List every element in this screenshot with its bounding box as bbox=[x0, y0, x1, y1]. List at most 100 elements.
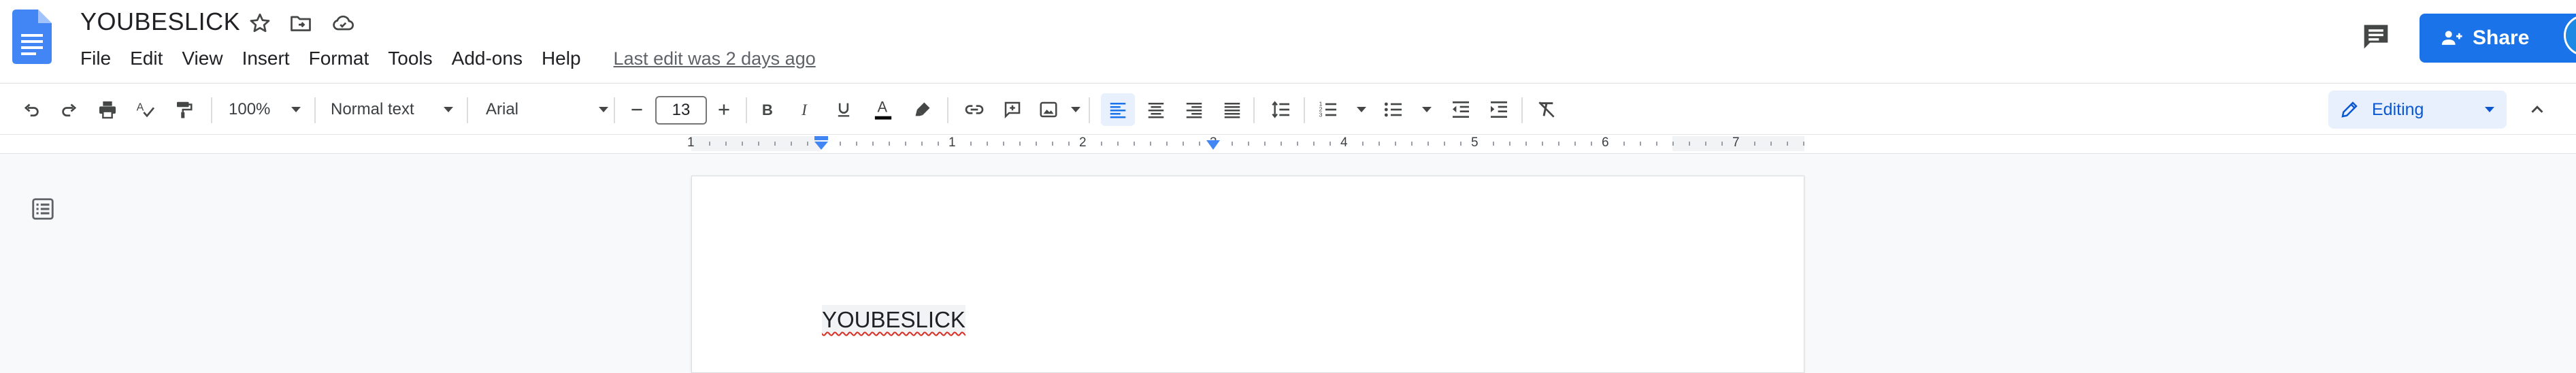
toolbar-divider bbox=[211, 97, 212, 123]
bold-button[interactable]: B bbox=[753, 93, 782, 126]
document-title[interactable]: YOUBESLICK bbox=[80, 7, 240, 37]
menu-insert[interactable]: Insert bbox=[233, 44, 299, 74]
pencil-icon bbox=[2341, 101, 2358, 118]
numbered-list-button[interactable]: 123 bbox=[1313, 93, 1370, 126]
hide-menus-button[interactable] bbox=[2522, 93, 2553, 126]
ruler-tick bbox=[1558, 142, 1559, 146]
ruler-tick bbox=[1362, 142, 1364, 146]
ruler-tick bbox=[1248, 142, 1249, 146]
font-size-input[interactable]: 13 bbox=[655, 96, 707, 125]
ruler-tick bbox=[1770, 142, 1772, 146]
ruler-tick bbox=[791, 142, 792, 146]
paragraph-style-select[interactable]: Normal text bbox=[325, 93, 459, 126]
undo-icon bbox=[24, 103, 39, 117]
align-left-button[interactable] bbox=[1101, 93, 1135, 126]
redo-button[interactable] bbox=[54, 93, 84, 126]
document-outline-icon[interactable] bbox=[30, 196, 56, 222]
ruler-tick bbox=[1068, 142, 1070, 146]
ruler-tick bbox=[1150, 142, 1151, 146]
underline-button[interactable] bbox=[829, 93, 859, 126]
editing-mode-label: Editing bbox=[2372, 99, 2424, 119]
print-button[interactable] bbox=[93, 93, 122, 126]
ruler-tick bbox=[1493, 142, 1494, 146]
ruler-tick bbox=[970, 142, 972, 146]
font-family-select[interactable]: Arial bbox=[480, 93, 614, 126]
misspelled-word[interactable]: YOUBESLICK bbox=[822, 307, 965, 332]
formatting-toolbar: A 100% Normal text Arial 13 B I A 1 2 3 … bbox=[0, 83, 2576, 135]
share-button-label: Share bbox=[2473, 27, 2530, 49]
clear-formatting-button[interactable] bbox=[1531, 93, 1562, 126]
ruler-number: 1 bbox=[948, 135, 956, 150]
share-people-icon bbox=[2441, 31, 2462, 45]
paint-format-button[interactable] bbox=[169, 93, 199, 126]
editing-mode-select[interactable]: Editing bbox=[2328, 91, 2507, 129]
document-page[interactable] bbox=[691, 176, 1804, 373]
star-icon[interactable] bbox=[248, 11, 272, 35]
italic-button[interactable]: I bbox=[791, 93, 821, 126]
zoom-select[interactable]: 100% bbox=[223, 93, 306, 126]
ruler-tick bbox=[725, 142, 727, 146]
zoom-value: 100% bbox=[229, 100, 271, 118]
ruler-number: 4 bbox=[1340, 135, 1348, 150]
font-family-value: Arial bbox=[486, 100, 519, 118]
ruler-tick bbox=[1574, 142, 1576, 146]
line-spacing-button[interactable] bbox=[1266, 93, 1297, 126]
align-center-icon bbox=[1148, 103, 1164, 118]
spellcheck-button[interactable]: A bbox=[131, 93, 161, 126]
ruler-tick bbox=[1672, 142, 1674, 146]
ruler-tick bbox=[1281, 142, 1282, 146]
left-indent-marker-icon[interactable] bbox=[812, 136, 830, 151]
ruler-tick bbox=[872, 142, 874, 146]
svg-text:A: A bbox=[878, 99, 888, 116]
undo-button[interactable] bbox=[16, 93, 46, 126]
paragraph-style-value: Normal text bbox=[331, 100, 414, 118]
ruler-tick bbox=[1166, 142, 1168, 146]
ruler-tick bbox=[921, 142, 923, 146]
menu-view[interactable]: View bbox=[172, 44, 232, 74]
menu-add-ons[interactable]: Add-ons bbox=[442, 44, 532, 74]
menu-help[interactable]: Help bbox=[532, 44, 591, 74]
ruler-tick bbox=[1134, 142, 1135, 146]
minus-icon bbox=[631, 108, 642, 111]
ruler-number: 2 bbox=[1079, 135, 1087, 150]
justify-button[interactable] bbox=[1217, 93, 1248, 126]
move-to-folder-icon[interactable] bbox=[288, 11, 313, 35]
comment-history-icon[interactable] bbox=[2358, 19, 2394, 54]
toolbar-divider bbox=[947, 97, 948, 123]
right-indent-marker-icon[interactable] bbox=[1204, 139, 1222, 151]
add-comment-button[interactable] bbox=[997, 93, 1027, 126]
google-docs-logo-icon[interactable] bbox=[12, 10, 52, 64]
increase-font-size-button[interactable] bbox=[709, 93, 739, 126]
menu-edit[interactable]: Edit bbox=[120, 44, 172, 74]
menu-format[interactable]: Format bbox=[299, 44, 379, 74]
toolbar-divider bbox=[1304, 97, 1305, 123]
horizontal-ruler[interactable]: 1 1 2 3 4 5 6 7 bbox=[0, 135, 2576, 154]
align-right-icon bbox=[1186, 103, 1202, 118]
insert-link-button[interactable] bbox=[959, 93, 989, 126]
insert-image-button[interactable] bbox=[1036, 93, 1083, 126]
cloud-saved-icon[interactable] bbox=[331, 11, 355, 35]
menu-tools[interactable]: Tools bbox=[378, 44, 442, 74]
insert-image-icon bbox=[1040, 101, 1057, 118]
increase-indent-button[interactable] bbox=[1483, 93, 1515, 126]
ruler-tick bbox=[1101, 142, 1102, 146]
menu-bar: File Edit View Insert Format Tools Add-o… bbox=[71, 44, 816, 74]
ruler-tick bbox=[742, 142, 743, 146]
toolbar-divider bbox=[614, 97, 615, 123]
document-body-text[interactable]: YOUBESLICK bbox=[822, 305, 965, 335]
text-color-button[interactable]: A bbox=[868, 93, 898, 126]
italic-icon: I bbox=[801, 101, 808, 119]
highlight-color-button[interactable] bbox=[908, 93, 938, 126]
decrease-font-size-button[interactable] bbox=[622, 93, 652, 126]
menu-file[interactable]: File bbox=[71, 44, 120, 74]
align-center-button[interactable] bbox=[1140, 93, 1172, 126]
share-button[interactable]: Share bbox=[2420, 14, 2576, 63]
ruler-tick bbox=[1623, 142, 1625, 146]
last-edit-link[interactable]: Last edit was 2 days ago bbox=[614, 44, 816, 74]
bulleted-list-button[interactable] bbox=[1378, 93, 1436, 126]
ruler-tick bbox=[1232, 142, 1233, 146]
svg-text:I: I bbox=[801, 101, 808, 119]
align-right-button[interactable] bbox=[1178, 93, 1210, 126]
decrease-indent-button[interactable] bbox=[1445, 93, 1476, 126]
justify-icon bbox=[1224, 103, 1240, 118]
